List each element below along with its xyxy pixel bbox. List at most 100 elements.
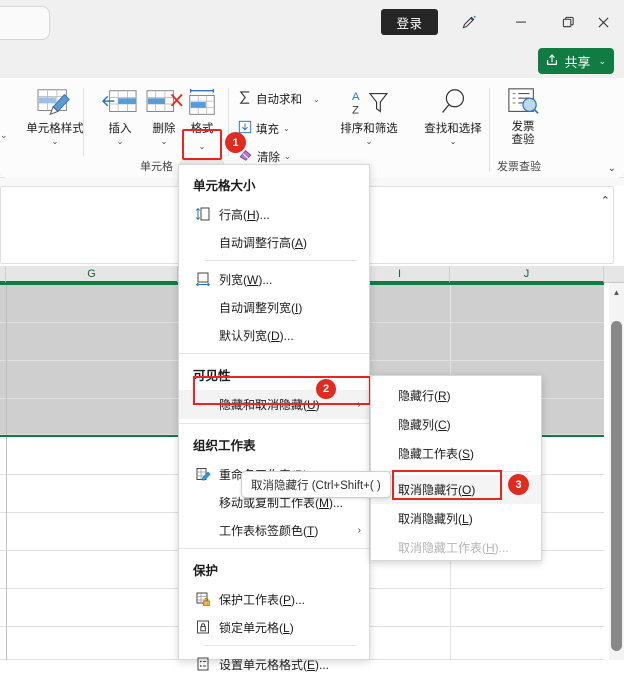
menu-section-header: 单元格大小 xyxy=(193,179,256,193)
menu-divider xyxy=(205,645,357,646)
share-button[interactable]: 共享 ⌄ xyxy=(538,48,614,74)
menu-item-autofit-column-width[interactable]: 自动调整列宽(I) xyxy=(179,293,369,321)
menu-item-label: 锁定单元格(L) xyxy=(219,620,294,635)
submenu-item-label: 取消隐藏列(L) xyxy=(398,512,473,526)
ribbon-expand-chevron-icon[interactable]: ⌄ xyxy=(608,163,616,174)
step-badge-2: 2 xyxy=(316,379,336,399)
chevron-down-icon[interactable]: ⌄ xyxy=(284,152,291,161)
vertical-scrollbar[interactable] xyxy=(609,283,624,660)
pen-annotate-icon[interactable] xyxy=(452,9,484,35)
chevron-down-icon[interactable]: ⌄ xyxy=(598,56,606,67)
autosum-label: 自动求和 xyxy=(256,94,302,106)
invoice-check-icon xyxy=(504,86,542,121)
chevron-right-icon: › xyxy=(357,524,361,536)
menu-section-header: 组织工作表 xyxy=(193,439,256,453)
menu-divider xyxy=(205,260,357,261)
submenu-item-hide-columns[interactable]: 隐藏列(C) xyxy=(371,410,541,439)
protect-sheet-icon xyxy=(193,590,213,608)
ribbon: 单元格样式 ⌄ ⌄ 插入 ⌄ 删除 ⌄ 格式 ⌄ 单元格 自动求和 ⌄ 填充 ⌄… xyxy=(0,78,624,238)
insert-label: 插入 xyxy=(108,123,132,135)
sort-filter-icon: A Z xyxy=(346,86,392,123)
chevron-down-icon[interactable]: ⌄ xyxy=(283,124,290,133)
minimize-icon[interactable] xyxy=(505,9,537,35)
sign-in-button[interactable]: 登录 xyxy=(381,9,438,35)
submenu-item-hide-sheet[interactable]: 隐藏工作表(S) xyxy=(371,439,541,468)
rename-sheet-icon xyxy=(193,465,213,483)
column-header-J[interactable]: J xyxy=(450,266,604,283)
share-icon xyxy=(545,53,559,70)
invoice-group-label: 发票查验 xyxy=(497,161,541,173)
menu-item-lock-cell[interactable]: 锁定单元格(L) xyxy=(179,613,369,641)
menu-item-protect-sheet[interactable]: 保护工作表(P)... xyxy=(179,585,369,613)
chevron-down-icon[interactable]: ⌄ xyxy=(450,138,457,146)
restore-icon[interactable] xyxy=(552,9,584,35)
delete-cells-icon xyxy=(143,86,185,123)
ribbon-panel: 单元格样式 ⌄ ⌄ 插入 ⌄ 删除 ⌄ 格式 ⌄ 单元格 自动求和 ⌄ 填充 ⌄… xyxy=(0,78,624,238)
menu-item-label: 工作表标签颜色(T) xyxy=(219,523,319,538)
cells-group-label: 单元格 xyxy=(140,161,173,173)
format-cells-icon xyxy=(193,655,213,673)
invoice-check-button[interactable]: 发票 查验 xyxy=(494,86,552,147)
find-select-label: 查找和选择 xyxy=(424,123,482,135)
menu-section-header: 保护 xyxy=(193,564,219,578)
format-cells-icon xyxy=(183,86,221,123)
menu-item-label: 默认列宽(D)... xyxy=(219,328,294,343)
fill-button[interactable]: 填充 ⌄ xyxy=(238,120,290,137)
submenu-item-label: 隐藏列(C) xyxy=(398,418,451,432)
styles-group-chevron[interactable]: ⌄ xyxy=(0,130,8,141)
cell-styles-button[interactable]: 单元格样式 ⌄ xyxy=(12,86,98,146)
clear-label: 清除 xyxy=(257,151,280,164)
menu-item-tab-color[interactable]: 工作表标签颜色(T) › xyxy=(179,516,369,544)
formula-bar-collapse-icon[interactable]: ⌃ xyxy=(601,194,610,207)
step-badge-1: 1 xyxy=(225,132,246,153)
menu-item-label: 设置单元格格式(E)... xyxy=(219,657,330,672)
format-dropdown-highlight xyxy=(182,129,222,160)
svg-text:A: A xyxy=(352,91,360,103)
chevron-down-icon[interactable]: ⌄ xyxy=(161,138,168,146)
autosum-button[interactable]: 自动求和 ⌄ xyxy=(238,90,320,108)
chevron-down-icon[interactable]: ⌄ xyxy=(52,138,59,146)
menu-item-label: 行高(H)... xyxy=(219,207,270,222)
step-badge-3: 3 xyxy=(508,474,529,495)
format-dropdown-menu[interactable]: 单元格大小 行高(H)... 自动调整行高(A) 列宽(W)... 自动调整列宽… xyxy=(178,164,371,672)
submenu-item-label: 取消隐藏工作表(H)... xyxy=(398,541,509,555)
menu-divider xyxy=(179,548,369,549)
close-icon[interactable] xyxy=(591,9,615,35)
submenu-item-hide-rows[interactable]: 隐藏行(R) xyxy=(371,381,541,410)
delete-label: 删除 xyxy=(152,123,176,135)
submenu-item-unhide-sheet: 取消隐藏工作表(H)... xyxy=(371,533,541,562)
cell-styles-icon xyxy=(34,86,76,123)
menu-item-label: 列宽(W)... xyxy=(219,272,273,287)
scrollbar-thumb[interactable] xyxy=(611,321,622,651)
sigma-icon xyxy=(238,90,252,108)
menu-item-default-width[interactable]: 默认列宽(D)... xyxy=(179,321,369,349)
lock-icon xyxy=(193,618,213,636)
find-select-button[interactable]: 查找和选择 ⌄ xyxy=(412,86,494,146)
share-label: 共享 xyxy=(564,54,591,70)
menu-item-autofit-row-height[interactable]: 自动调整行高(A) xyxy=(179,228,369,256)
scroll-up-arrow-icon[interactable]: ▲ xyxy=(610,285,623,300)
cell-styles-label: 单元格样式 xyxy=(26,123,84,135)
sort-filter-button[interactable]: A Z 排序和筛选 ⌄ xyxy=(328,86,410,146)
hide-unhide-submenu[interactable]: 隐藏行(R) 隐藏列(C) 隐藏工作表(S) 取消隐藏行(O) 取消隐藏列(L)… xyxy=(370,375,542,561)
column-width-icon xyxy=(193,270,213,288)
menu-item-row-height[interactable]: 行高(H)... xyxy=(179,200,369,228)
invoice-label-line1: 发票 xyxy=(511,121,535,133)
menu-divider xyxy=(179,353,369,354)
quick-access-tab-stub[interactable] xyxy=(0,6,50,40)
menu-item-format-cells[interactable]: 设置单元格格式(E)... xyxy=(179,650,369,678)
column-header-G[interactable]: G xyxy=(6,266,178,283)
submenu-item-unhide-columns[interactable]: 取消隐藏列(L) xyxy=(371,504,541,533)
menu-divider xyxy=(179,423,369,424)
share-row: 共享 ⌄ xyxy=(0,45,624,78)
row-height-icon xyxy=(193,205,213,223)
chevron-down-icon[interactable]: ⌄ xyxy=(117,138,124,146)
menu-item-label: 自动调整行高(A) xyxy=(219,235,308,250)
unhide-rows-tooltip: 取消隐藏行 (Ctrl+Shift+( ) xyxy=(241,471,391,498)
chevron-down-icon[interactable]: ⌄ xyxy=(313,95,320,104)
chevron-down-icon[interactable]: ⌄ xyxy=(366,138,373,146)
menu-item-column-width[interactable]: 列宽(W)... xyxy=(179,265,369,293)
insert-cells-icon xyxy=(99,86,141,123)
menu-item-label: 保护工作表(P)... xyxy=(219,592,306,607)
clear-button[interactable]: 清除 ⌄ xyxy=(238,148,291,165)
